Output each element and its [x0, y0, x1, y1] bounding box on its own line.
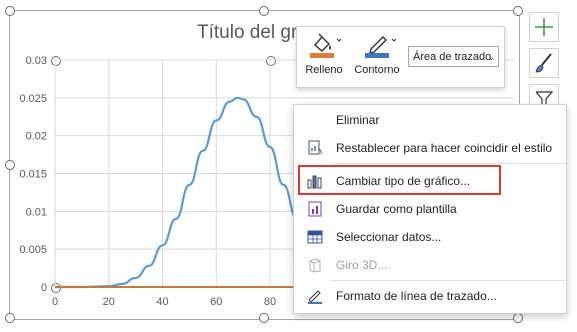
chart-styles-button[interactable] [529, 48, 559, 78]
y-tick-label: 0.005 [19, 244, 47, 256]
plus-icon [535, 18, 553, 36]
reset-style-icon [308, 140, 322, 155]
y-tick-label: 0 [41, 282, 47, 294]
fill-button[interactable]: Relleno [303, 31, 345, 76]
outline-button[interactable]: Contorno [349, 31, 405, 76]
menu-item-label: Guardar como plantilla [336, 202, 457, 216]
rotation-3d-icon [309, 258, 321, 273]
y-tick-label: 0.015 [19, 169, 47, 181]
menu-item-reset-style[interactable]: Restablecer para hacer coincidir el esti… [294, 135, 566, 161]
format-line-icon [308, 290, 322, 304]
x-tick-label: 80 [264, 296, 276, 308]
paint-bucket-icon [310, 33, 342, 58]
x-tick-label: 20 [103, 296, 115, 308]
context-menu: Eliminar Restablecer para hacer coincidi… [293, 104, 567, 314]
pen-outline-icon [365, 36, 397, 58]
x-tick-label: 0 [52, 296, 58, 308]
menu-item-format-plot-line[interactable]: Formato de línea de trazado... [294, 283, 566, 309]
menu-item-save-template[interactable]: Guardar como plantilla [294, 196, 566, 222]
chart-element-select-value: Área de trazado [413, 51, 492, 63]
menu-separator [330, 280, 566, 281]
select-data-icon [307, 230, 323, 244]
menu-item-label: Restablecer para hacer coincidir el esti… [336, 141, 553, 155]
menu-item-3d-rotation: Giro 3D... [294, 252, 566, 278]
menu-item-delete[interactable]: Eliminar [294, 107, 566, 133]
menu-item-label: Giro 3D... [336, 258, 388, 272]
x-tick-label: 60 [210, 296, 222, 308]
y-tick-label: 0.025 [19, 93, 47, 105]
x-tick-label: 40 [156, 296, 168, 308]
y-tick-label: 0.03 [26, 55, 47, 67]
chart-element-select[interactable]: Área de trazado ⌄ [408, 46, 499, 67]
menu-item-select-data[interactable]: Seleccionar datos... [294, 224, 566, 250]
series-line [55, 96, 298, 289]
highlight-box [298, 165, 501, 195]
save-template-icon [308, 201, 322, 217]
brush-icon [535, 53, 552, 73]
chart-elements-button[interactable] [529, 12, 559, 42]
chevron-down-icon: ⌄ [487, 52, 495, 62]
menu-item-label: Seleccionar datos... [336, 230, 442, 244]
outline-label: Contorno [354, 64, 400, 76]
format-mini-toolbar: Relleno Contorno Área de trazado ⌄ [296, 26, 505, 88]
menu-separator [330, 163, 566, 164]
fill-label: Relleno [305, 64, 343, 76]
menu-item-label: Eliminar [336, 113, 380, 127]
y-tick-label: 0.02 [26, 131, 47, 143]
menu-item-label: Formato de línea de trazado... [336, 289, 497, 303]
y-tick-label: 0.01 [26, 206, 47, 218]
